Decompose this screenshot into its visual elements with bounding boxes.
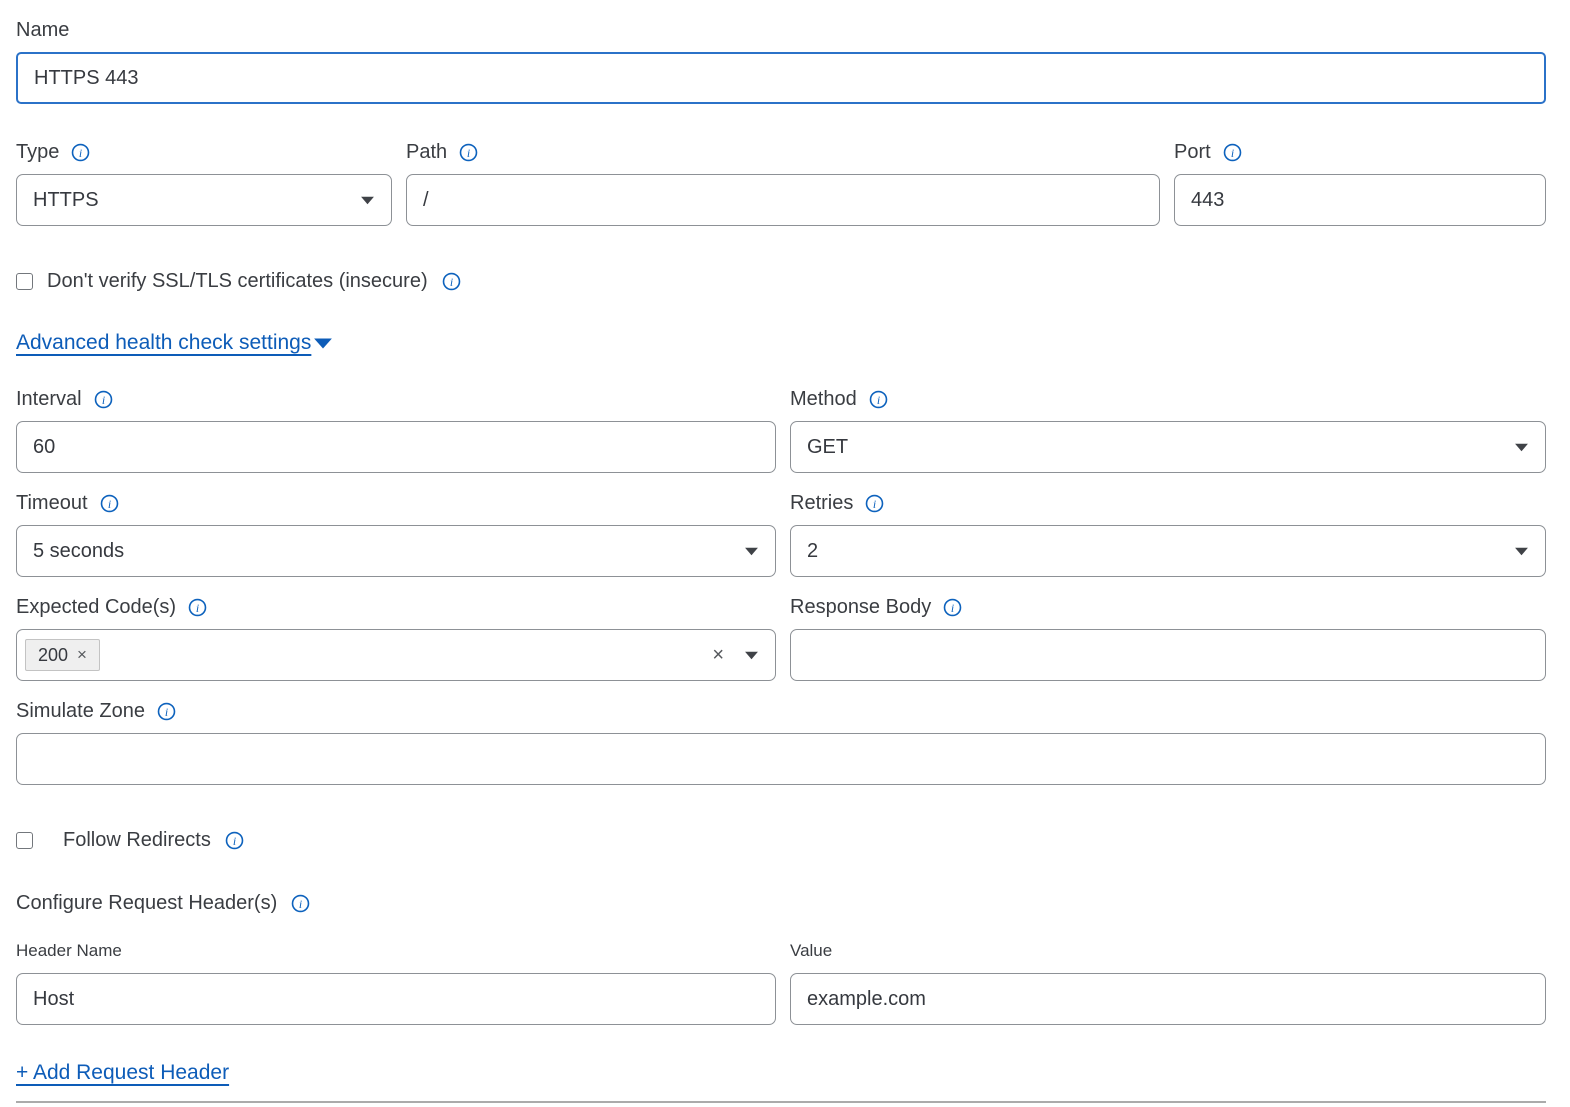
method-select[interactable]: GET bbox=[790, 421, 1546, 473]
svg-text:i: i bbox=[196, 600, 199, 614]
path-label: Path bbox=[406, 140, 447, 164]
svg-text:i: i bbox=[951, 600, 954, 614]
type-label: Type bbox=[16, 140, 59, 164]
caret-down-icon[interactable] bbox=[313, 336, 333, 350]
response-body-field: Response Body i bbox=[790, 595, 1546, 681]
interval-field: Interval i bbox=[16, 387, 776, 473]
request-headers-info-icon[interactable]: i bbox=[291, 894, 310, 913]
timeout-info-icon[interactable]: i bbox=[100, 494, 119, 513]
clear-all-icon[interactable]: × bbox=[712, 645, 724, 665]
path-field: Path i bbox=[406, 140, 1160, 226]
svg-text:i: i bbox=[449, 275, 452, 289]
section-divider bbox=[16, 1101, 1546, 1103]
port-info-icon[interactable]: i bbox=[1223, 143, 1242, 162]
follow-redirects-checkbox[interactable] bbox=[16, 832, 33, 849]
simulate-zone-info-icon[interactable]: i bbox=[157, 702, 176, 721]
retries-select[interactable]: 2 bbox=[790, 525, 1546, 577]
expected-codes-info-icon[interactable]: i bbox=[188, 598, 207, 617]
interval-input[interactable] bbox=[16, 421, 776, 473]
ssl-verify-row: Don't verify SSL/TLS certificates (insec… bbox=[16, 270, 1546, 293]
svg-text:i: i bbox=[467, 145, 470, 159]
response-body-info-icon[interactable]: i bbox=[943, 598, 962, 617]
retries-field: Retries i 2 bbox=[790, 491, 1546, 577]
chevron-down-icon bbox=[1514, 442, 1529, 452]
expected-codes-field: Expected Code(s) i 200 × × bbox=[16, 595, 776, 681]
type-info-icon[interactable]: i bbox=[71, 143, 90, 162]
timeout-field: Timeout i 5 seconds bbox=[16, 491, 776, 577]
svg-text:i: i bbox=[79, 145, 82, 159]
simulate-zone-label: Simulate Zone bbox=[16, 699, 145, 723]
path-info-icon[interactable]: i bbox=[459, 143, 478, 162]
simulate-zone-input[interactable] bbox=[16, 733, 1546, 785]
follow-redirects-label: Follow Redirects bbox=[63, 829, 211, 852]
chevron-down-icon[interactable] bbox=[744, 650, 759, 660]
header-value-input[interactable] bbox=[790, 973, 1546, 1025]
advanced-settings-link[interactable]: Advanced health check settings bbox=[16, 331, 311, 355]
method-label: Method bbox=[790, 387, 857, 411]
header-name-field: Header Name bbox=[16, 941, 776, 1025]
expected-code-tag-value: 200 bbox=[38, 645, 68, 665]
port-input[interactable] bbox=[1174, 174, 1546, 226]
header-name-input[interactable] bbox=[16, 973, 776, 1025]
method-info-icon[interactable]: i bbox=[869, 390, 888, 409]
method-select-value: GET bbox=[807, 436, 848, 459]
svg-text:i: i bbox=[1231, 145, 1234, 159]
expected-code-tag: 200 × bbox=[25, 639, 100, 671]
chevron-down-icon bbox=[360, 195, 375, 205]
request-header-row: Header Name Value bbox=[16, 941, 1546, 1025]
retries-info-icon[interactable]: i bbox=[865, 494, 884, 513]
svg-text:i: i bbox=[299, 897, 302, 911]
retries-label: Retries bbox=[790, 491, 853, 515]
expected-codes-label: Expected Code(s) bbox=[16, 595, 176, 619]
svg-text:i: i bbox=[873, 496, 876, 510]
request-headers-title: Configure Request Header(s) bbox=[16, 892, 277, 915]
svg-text:i: i bbox=[107, 496, 110, 510]
svg-text:i: i bbox=[877, 392, 880, 406]
timeout-label: Timeout bbox=[16, 491, 88, 515]
chevron-down-icon bbox=[744, 546, 759, 556]
timeout-select[interactable]: 5 seconds bbox=[16, 525, 776, 577]
method-field: Method i GET bbox=[790, 387, 1546, 473]
remove-tag-icon[interactable]: × bbox=[77, 645, 87, 665]
retries-select-value: 2 bbox=[807, 540, 818, 563]
expected-codes-multiselect[interactable]: 200 × × bbox=[16, 629, 776, 681]
simulate-zone-field: Simulate Zone i bbox=[16, 699, 1546, 785]
header-value-column-label: Value bbox=[790, 941, 1546, 961]
timeout-select-value: 5 seconds bbox=[33, 540, 124, 563]
type-field: Type i HTTPS bbox=[16, 140, 392, 226]
svg-text:i: i bbox=[101, 392, 104, 406]
interval-info-icon[interactable]: i bbox=[94, 390, 113, 409]
port-label: Port bbox=[1174, 140, 1211, 164]
follow-redirects-info-icon[interactable]: i bbox=[225, 831, 244, 850]
request-headers-section: Configure Request Header(s) i bbox=[16, 892, 1546, 915]
advanced-settings-row: Advanced health check settings bbox=[16, 331, 1546, 355]
svg-text:i: i bbox=[233, 834, 236, 848]
name-label: Name bbox=[16, 18, 69, 42]
ssl-verify-info-icon[interactable]: i bbox=[442, 272, 461, 291]
svg-text:i: i bbox=[165, 704, 168, 718]
path-input[interactable] bbox=[406, 174, 1160, 226]
add-request-header-link[interactable]: + Add Request Header bbox=[16, 1061, 229, 1084]
port-field: Port i bbox=[1174, 140, 1546, 226]
type-select-value: HTTPS bbox=[33, 189, 99, 212]
ssl-verify-label: Don't verify SSL/TLS certificates (insec… bbox=[47, 270, 428, 293]
response-body-input[interactable] bbox=[790, 629, 1546, 681]
response-body-label: Response Body bbox=[790, 595, 931, 619]
header-name-column-label: Header Name bbox=[16, 941, 776, 961]
type-select[interactable]: HTTPS bbox=[16, 174, 392, 226]
interval-label: Interval bbox=[16, 387, 82, 411]
health-check-form: Name Type i HTTPS Path i bbox=[0, 0, 1570, 1103]
name-input[interactable] bbox=[16, 52, 1546, 104]
header-value-field: Value bbox=[790, 941, 1546, 1025]
chevron-down-icon bbox=[1514, 546, 1529, 556]
ssl-verify-checkbox[interactable] bbox=[16, 273, 33, 290]
follow-redirects-row: Follow Redirects i bbox=[16, 829, 1546, 852]
